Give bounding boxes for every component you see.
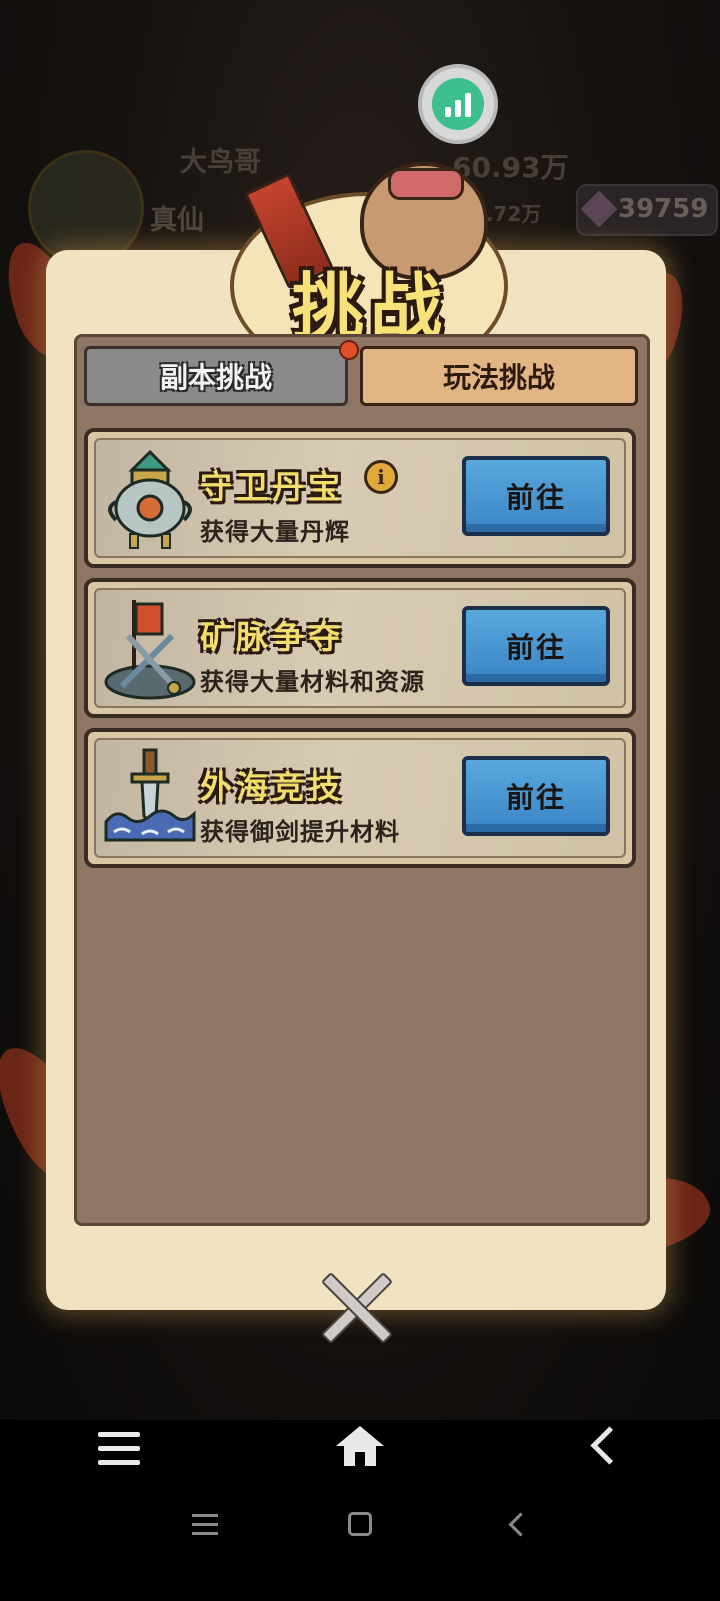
challenge-description: 获得御剑提升材料: [200, 818, 400, 846]
home-square-icon[interactable]: [348, 1512, 372, 1536]
close-icon[interactable]: [318, 1270, 394, 1345]
sword-waves-icon: [104, 748, 196, 842]
challenge-card-mine-contest: 矿脉争夺 获得大量材料和资源 前往: [84, 578, 636, 718]
go-button-mine-contest[interactable]: 前往: [462, 606, 610, 686]
dialog-emblem: 挑战: [190, 162, 540, 380]
gem-counter: 39759: [576, 184, 718, 236]
gem-icon: [580, 190, 618, 228]
go-button-sea-arena[interactable]: 前往: [462, 756, 610, 836]
performance-bubble[interactable]: [418, 64, 498, 144]
signal-bars-icon: [432, 78, 484, 130]
challenge-title: 守卫丹宝: [200, 468, 345, 506]
info-icon[interactable]: i: [364, 460, 398, 494]
gem-count: 39759: [618, 194, 709, 224]
tab-gameplay-challenge[interactable]: 玩法挑战: [360, 346, 638, 406]
player-avatar: [28, 150, 144, 266]
challenge-title: 矿脉争夺: [200, 618, 345, 656]
tripod-cauldron-icon: [108, 449, 192, 549]
recents-icon[interactable]: [192, 1514, 218, 1541]
menu-icon[interactable]: [98, 1432, 140, 1474]
mine-flag-icon: [104, 600, 196, 700]
bag-ribbon-icon: [388, 168, 464, 200]
home-icon[interactable]: [336, 1426, 384, 1466]
go-button-guard-dan[interactable]: 前往: [462, 456, 610, 536]
back-icon[interactable]: [590, 1426, 629, 1465]
notification-dot: [339, 340, 359, 360]
challenge-card-guard-dan: 守卫丹宝 i 获得大量丹辉 前往: [84, 428, 636, 568]
challenge-title: 外海竞技: [200, 768, 345, 806]
challenge-description: 获得大量丹辉: [200, 518, 350, 546]
navigation-bar: [0, 1420, 720, 1601]
system-back-icon[interactable]: [508, 1512, 533, 1537]
challenge-description: 获得大量材料和资源: [200, 668, 425, 696]
tab-dungeon-challenge[interactable]: 副本挑战: [84, 346, 348, 406]
challenge-card-sea-arena: 外海竞技 获得御剑提升材料 前往: [84, 728, 636, 868]
